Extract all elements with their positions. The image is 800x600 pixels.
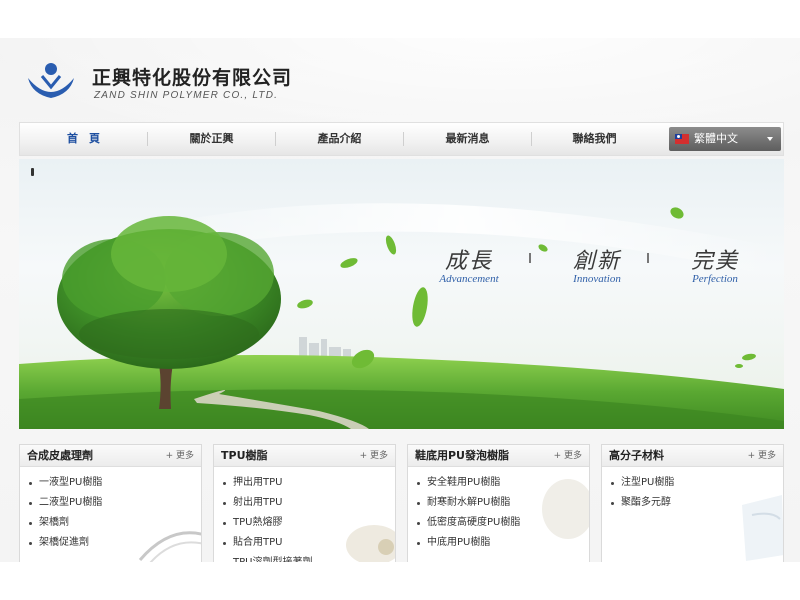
product-image-decoration xyxy=(346,525,395,562)
product-list: 注型PU樹脂 聚酯多元醇 xyxy=(610,473,674,513)
company-logo-icon[interactable] xyxy=(24,60,78,106)
slogan-zh: 成長 xyxy=(444,249,493,274)
company-name: 正興特化股份有限公司 xyxy=(92,67,293,89)
nav-about[interactable]: 關於正興 xyxy=(148,123,275,155)
panel-header: 合成皮處理劑 + 更多 xyxy=(20,445,201,467)
panel-synthetic-leather: 合成皮處理劑 + 更多 一液型PU樹脂 二液型PU樹脂 架橋劑 架橋促進劑 xyxy=(19,444,202,562)
website: 正興特化股份有限公司 ZAND SHIN POLYMER CO., LTD. 首… xyxy=(0,38,800,562)
language-selector[interactable]: 繁體中文 xyxy=(669,127,781,151)
product-list: 一液型PU樹脂 二液型PU樹脂 架橋劑 架橋促進劑 xyxy=(28,473,102,553)
more-link[interactable]: + 更多 xyxy=(554,445,582,467)
language-label: 繁體中文 xyxy=(694,132,738,145)
list-item[interactable]: 射出用TPU xyxy=(222,493,312,513)
nav-products[interactable]: 產品介紹 xyxy=(276,123,403,155)
panel-tpu-resin: TPU樹脂 + 更多 押出用TPU 射出用TPU TPU熱熔膠 貼合用TPU T… xyxy=(213,444,396,562)
bottom-margin xyxy=(0,562,800,600)
list-item[interactable]: 架橋促進劑 xyxy=(28,533,102,553)
taiwan-flag-icon xyxy=(675,134,689,144)
panel-header: TPU樹脂 + 更多 xyxy=(214,445,395,467)
slogan-zh: 完美 xyxy=(690,249,739,274)
slogan-en: Innovation xyxy=(573,273,621,285)
product-list: 押出用TPU 射出用TPU TPU熱熔膠 貼合用TPU TPU溶劑型接著劑 xyxy=(222,473,312,562)
hero-banner: 成長 Advancement 創新 Innovation 完美 Perfecti… xyxy=(19,159,784,429)
chevron-down-icon xyxy=(767,137,773,141)
panel-title: 高分子材料 xyxy=(609,449,664,462)
list-item[interactable]: 注型PU樹脂 xyxy=(610,473,674,493)
product-image-decoration xyxy=(742,495,783,561)
slogan-en: Perfection xyxy=(692,273,738,285)
list-item[interactable]: 安全鞋用PU樹脂 xyxy=(416,473,520,493)
panel-title: TPU樹脂 xyxy=(221,449,268,462)
panel-title: 鞋底用PU發泡樹脂 xyxy=(415,449,509,462)
panel-polymer-materials: 高分子材料 + 更多 注型PU樹脂 聚酯多元醇 xyxy=(601,444,784,562)
slogan-perfection: 完美 Perfection xyxy=(675,243,755,285)
slogan-en: Advancement xyxy=(439,273,499,285)
list-item[interactable]: 押出用TPU xyxy=(222,473,312,493)
product-image-decoration xyxy=(138,531,201,562)
list-item[interactable]: 中底用PU樹脂 xyxy=(416,533,520,553)
list-item[interactable]: 貼合用TPU xyxy=(222,533,312,553)
slogan-zh: 創新 xyxy=(572,249,621,274)
slogan-advancement: 成長 Advancement xyxy=(429,243,509,285)
list-item[interactable]: TPU熱熔膠 xyxy=(222,513,312,533)
list-item[interactable]: 聚酯多元醇 xyxy=(610,493,674,513)
list-item[interactable]: 架橋劑 xyxy=(28,513,102,533)
company-english-name: ZAND SHIN POLYMER CO., LTD. xyxy=(94,90,279,101)
list-item[interactable]: 一液型PU樹脂 xyxy=(28,473,102,493)
panel-pu-foam-resin: 鞋底用PU發泡樹脂 + 更多 安全鞋用PU樹脂 耐寒耐水解PU樹脂 低密度高硬度… xyxy=(407,444,590,562)
nav-contact[interactable]: 聯絡我們 xyxy=(532,123,657,155)
slogan-divider xyxy=(647,253,649,263)
landscape-illustration xyxy=(19,203,784,429)
nav-home[interactable]: 首 頁 xyxy=(20,123,147,155)
list-item[interactable]: 低密度高硬度PU樹脂 xyxy=(416,513,520,533)
list-item[interactable]: 二液型PU樹脂 xyxy=(28,493,102,513)
more-link[interactable]: + 更多 xyxy=(166,445,194,467)
main-nav: 首 頁 關於正興 產品介紹 最新消息 聯絡我們 繁體中文 xyxy=(19,122,784,156)
slider-indicator[interactable] xyxy=(31,168,34,176)
list-item[interactable]: TPU溶劑型接著劑 xyxy=(222,553,312,562)
more-link[interactable]: + 更多 xyxy=(748,445,776,467)
panel-header: 高分子材料 + 更多 xyxy=(602,445,783,467)
slogan-divider xyxy=(529,253,531,263)
nav-news[interactable]: 最新消息 xyxy=(404,123,531,155)
list-item[interactable]: 耐寒耐水解PU樹脂 xyxy=(416,493,520,513)
panel-title: 合成皮處理劑 xyxy=(27,449,93,462)
top-margin xyxy=(0,0,800,38)
product-list: 安全鞋用PU樹脂 耐寒耐水解PU樹脂 低密度高硬度PU樹脂 中底用PU樹脂 xyxy=(416,473,520,553)
more-link[interactable]: + 更多 xyxy=(360,445,388,467)
slogan-innovation: 創新 Innovation xyxy=(557,243,637,285)
panel-header: 鞋底用PU發泡樹脂 + 更多 xyxy=(408,445,589,467)
